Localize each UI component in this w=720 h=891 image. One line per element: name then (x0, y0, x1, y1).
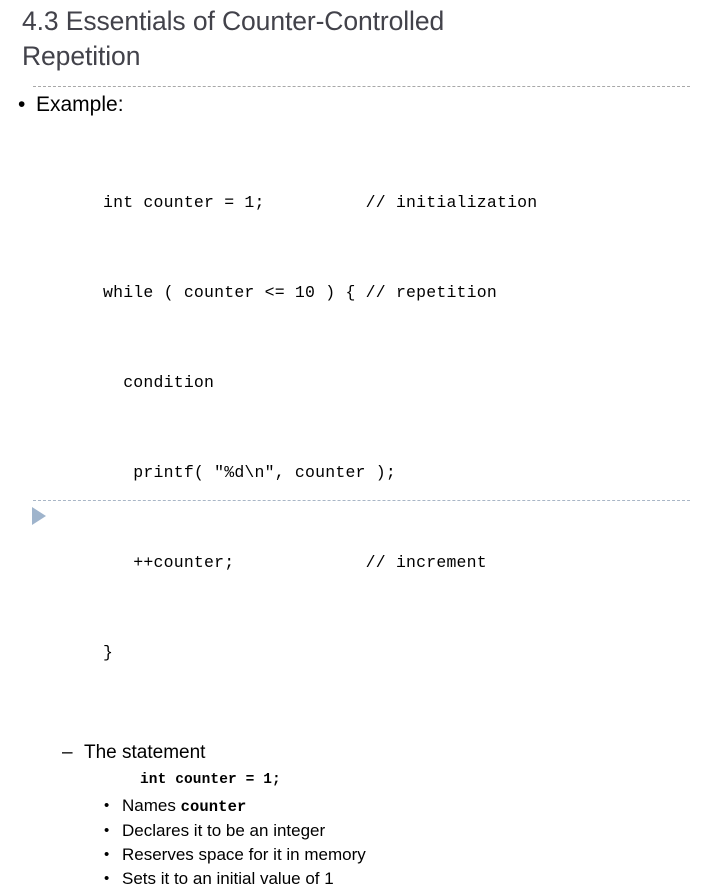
list-item-text: Sets it to an initial value of 1 (122, 869, 334, 888)
statement-code: int counter = 1; (140, 772, 281, 788)
list-item: • Sets it to an initial value of 1 (0, 867, 720, 891)
play-triangle-icon[interactable] (32, 507, 46, 525)
bullet-dot-icon: • (104, 846, 110, 863)
code-line-1: int counter = 1; // initialization (103, 193, 538, 212)
bullet-example-label: Example: (36, 93, 124, 116)
list-item: • Declares it to be an integer (0, 819, 720, 843)
list-item: • Names counter (0, 794, 720, 819)
list-item-text: Declares it to be an integer (122, 821, 326, 840)
page-title: 4.3 Essentials of Counter-Controlled Rep… (22, 6, 445, 71)
bullet-dot-icon: • (18, 93, 26, 116)
slide: 4.3 Essentials of Counter-Controlled Rep… (0, 0, 720, 888)
bullet-example: • Example: (0, 92, 720, 118)
code-line-5: ++counter; // increment (103, 553, 487, 572)
top-divider (33, 86, 690, 87)
bullet-dot-icon: • (104, 822, 110, 839)
list-item: • Reserves space for it in memory (0, 843, 720, 867)
code-line-4: printf( "%d\n", counter ); (103, 463, 396, 482)
slide-body: • Example: int counter = 1; // initializ… (0, 92, 720, 891)
bullet-the-statement: – The statement (0, 740, 720, 766)
code-line-2: while ( counter <= 10 ) { // repetition (103, 283, 497, 302)
bullet-dot-icon: • (104, 797, 110, 814)
bullet-the-statement-label: The statement (84, 742, 206, 763)
list-item-code: counter (180, 798, 247, 816)
code-line-3: condition (103, 373, 215, 392)
list-item-text: Names (122, 796, 181, 815)
code-block: int counter = 1; // initialization while… (0, 128, 720, 728)
bullet-dash-icon: – (62, 742, 73, 763)
code-line-6: } (103, 643, 114, 662)
bullet-dot-icon: • (104, 870, 110, 887)
list-item-text: Reserves space for it in memory (122, 845, 366, 864)
bottom-divider (33, 500, 690, 501)
